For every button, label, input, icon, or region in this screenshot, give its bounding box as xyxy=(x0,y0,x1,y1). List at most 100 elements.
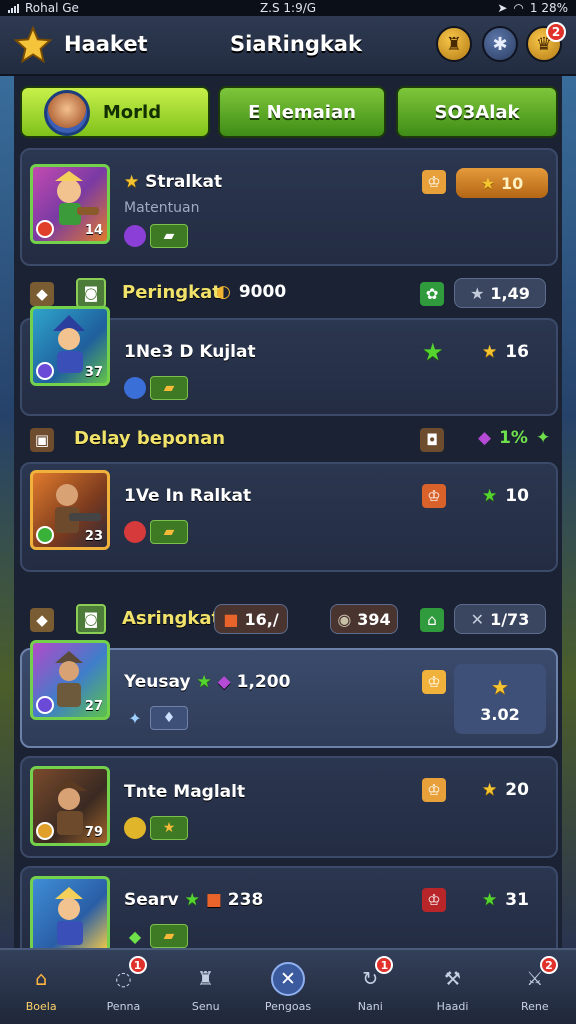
player-card[interactable]: 79 Tnte Maglalt ★ ♔ ★ 20 xyxy=(20,756,558,858)
tab-guild-label: SO3Alak xyxy=(434,101,520,123)
player-score: ★ 16 xyxy=(482,342,529,362)
nav-penna[interactable]: ◌ 1 Penna xyxy=(82,950,164,1024)
player-avatar xyxy=(44,90,90,136)
background-art-right xyxy=(562,60,576,950)
hero-portrait: 27 xyxy=(30,640,110,720)
nav-senu[interactable]: ♜ Senu xyxy=(165,950,247,1024)
header-title: Haaket xyxy=(64,32,148,56)
player-name: Searv ★ ■ 238 xyxy=(124,890,264,910)
coin-icon: ◐ xyxy=(216,282,231,302)
location-icon: ➤ xyxy=(497,1,508,15)
player-name: Yeusay ★ ◆ 1,200 xyxy=(124,672,291,692)
helmet-icon: ◙ xyxy=(76,278,106,308)
crystal-icon: ♦ xyxy=(150,706,188,730)
signal-icon xyxy=(8,3,19,13)
player-name: Tnte Maglalt xyxy=(124,782,246,802)
tab-world[interactable]: Morld xyxy=(20,86,210,138)
wifi-icon: ◠ xyxy=(513,1,524,15)
house-rank-icon: ⌂ xyxy=(420,608,444,632)
header-center-title: SiaRingkak xyxy=(230,32,362,56)
hero-level: 14 xyxy=(84,223,103,238)
star-icon: ★ xyxy=(480,173,496,193)
chest-icon: ▰ xyxy=(150,924,188,948)
gear-icon: ✱ xyxy=(492,33,508,55)
shield-icon: ◆ xyxy=(30,282,54,306)
player-score: ★ 20 xyxy=(482,780,529,800)
nav-haadi[interactable]: ⚒ Haadi xyxy=(411,950,493,1024)
nav-badge: 2 xyxy=(539,956,558,974)
rarity-gem-icon xyxy=(36,362,54,380)
castle-icon: ♜ xyxy=(197,967,215,990)
chest-icon: ▰ xyxy=(150,520,188,544)
sparkle-icon: ✦ xyxy=(128,708,142,728)
section-header-delay: ▣ Delay beponan ◘ ◆ 1% ✦ xyxy=(20,420,558,460)
nav-badge: 1 xyxy=(375,956,394,974)
star-icon: ★ xyxy=(491,674,509,699)
player-score: ★ 31 xyxy=(482,890,529,910)
player-chips: ★ xyxy=(124,816,188,840)
nav-home[interactable]: ⌂ Boela xyxy=(0,950,82,1024)
bag-icon: ◘ xyxy=(420,428,444,452)
trophy-button[interactable]: ♜ xyxy=(436,26,472,62)
notification-badge: 2 xyxy=(546,22,566,42)
player-chips: ▰ xyxy=(124,224,188,248)
home-icon: ⌂ xyxy=(35,967,48,990)
gem-icon: ◆ xyxy=(128,926,142,946)
rewards-button[interactable]: ♛ 2 xyxy=(526,22,566,62)
carrier-label: Rohal Ge xyxy=(25,1,79,15)
nav-rene[interactable]: ⚔ 2 Rene xyxy=(494,950,576,1024)
crown-rank-icon: ♔ xyxy=(422,170,446,194)
player-name: 1Ve In Ralkat xyxy=(124,486,252,506)
orb-icon xyxy=(124,817,146,839)
star-icon: ★ xyxy=(470,283,485,303)
crown-rank-icon: ♔ xyxy=(422,778,446,802)
bottom-navigation: ⌂ Boela ◌ 1 Penna ♜ Senu ✕ Pengoas ↻ 1 N… xyxy=(0,948,576,1024)
nav-nani[interactable]: ↻ 1 Nani xyxy=(329,950,411,1024)
player-card[interactable]: 37 1Ne3 D Kujlat ▰ ★ ★ 16 xyxy=(20,306,558,416)
cube-icon: ■ xyxy=(223,609,239,629)
battery-label: 1 28% xyxy=(529,1,569,15)
hero-level: 27 xyxy=(84,699,103,714)
score-pill: ★ 10 xyxy=(456,168,548,198)
hero-figure-icon xyxy=(55,887,83,945)
star-logo-icon xyxy=(14,26,52,64)
tab-friends[interactable]: E Nemaian xyxy=(218,86,386,138)
helmet-icon: ◙ xyxy=(76,604,106,634)
cube-icon: ■ xyxy=(205,890,222,910)
green-star-icon: ★ xyxy=(422,338,444,366)
hero-level: 79 xyxy=(84,825,103,840)
crown-rank-icon: ♔ xyxy=(422,670,446,694)
hero-portrait: 79 xyxy=(30,766,110,846)
player-chips: ◆ ▰ xyxy=(124,924,188,948)
hero-portrait: 23 xyxy=(30,470,110,550)
diamond-icon: ✦ xyxy=(535,428,551,448)
trophy-icon: ♜ xyxy=(445,33,463,55)
nav-pengoas[interactable]: ✕ Pengoas xyxy=(247,950,329,1024)
section-header-asringkat: ◆ ◙ Asringkat ■ 16,/ ◉ 394 ⌂ ✕ 1/73 xyxy=(20,600,558,640)
tab-world-label: Morld xyxy=(102,101,162,123)
green-star-icon: ★ xyxy=(482,486,498,506)
wrench-icon: ⚒ xyxy=(444,967,462,990)
orb-icon xyxy=(124,521,146,543)
player-card[interactable]: 14 ★ Stralkat Matentuan ▰ ♔ ★ 10 xyxy=(20,148,558,266)
shield-icon: ◆ xyxy=(30,608,54,632)
hero-level: 37 xyxy=(84,365,103,380)
section-label: Delay beponan xyxy=(74,428,226,449)
tab-guild[interactable]: SO3Alak xyxy=(396,86,558,138)
chest-icon: ▰ xyxy=(150,376,188,400)
player-card[interactable]: 23 1Ve In Ralkat ▰ ♔ ★ 10 xyxy=(20,462,558,572)
green-star-icon: ★ xyxy=(184,890,200,910)
player-card[interactable]: Searv ★ ■ 238 ◆ ▰ ♔ ★ 31 xyxy=(20,866,558,950)
orb-icon xyxy=(124,377,146,399)
hero-portrait xyxy=(30,876,110,950)
section-value: ◐ 9000 xyxy=(216,282,287,302)
settings-button[interactable]: ✱ xyxy=(482,26,518,62)
crown-rank-icon: ♔ xyxy=(422,484,446,508)
star-icon: ★ xyxy=(124,172,140,192)
clock: Z.S 1:9/G xyxy=(259,1,317,15)
gem-icon: ◆ xyxy=(217,672,231,692)
section-label: Peringkat xyxy=(122,282,221,303)
hero-portrait: 37 xyxy=(30,306,110,386)
section-label: Asringkat xyxy=(122,608,221,629)
player-card-highlighted[interactable]: 27 Yeusay ★ ◆ 1,200 ✦ ♦ ♔ ★ 3.02 xyxy=(20,640,558,748)
